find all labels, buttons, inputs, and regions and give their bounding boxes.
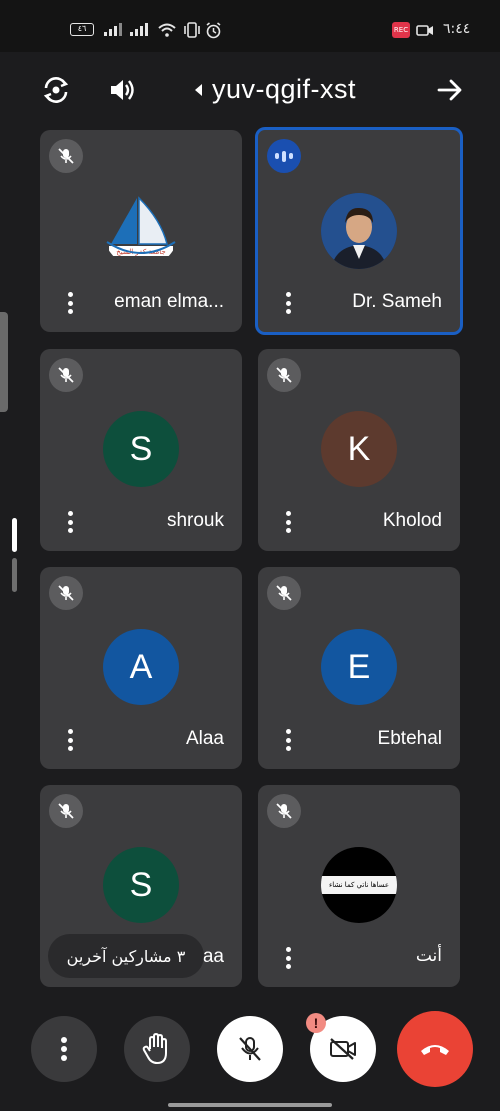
avatar: E — [321, 629, 397, 705]
avatar: S — [103, 847, 179, 923]
participant-name: Kholod — [382, 510, 442, 531]
other-participants-chip[interactable]: ٣ مشاركين آخرين — [48, 934, 204, 978]
mic-off-icon — [267, 576, 301, 610]
participant-tile-active-speaker[interactable]: Dr. Sameh — [255, 127, 463, 335]
camera-in-use-icon — [416, 25, 433, 36]
page-indicator — [12, 558, 17, 592]
participant-tile[interactable]: K Kholod — [258, 349, 460, 551]
signal-icon — [104, 22, 122, 36]
participant-tile[interactable]: S shrouk — [40, 349, 242, 551]
avatar: جامعة كفر الشيخ — [103, 192, 179, 268]
more-options-button[interactable] — [64, 290, 76, 316]
participant-name: أنت — [415, 946, 442, 966]
avatar: K — [321, 411, 397, 487]
more-options-button[interactable] — [64, 727, 76, 753]
participant-name: shrouk — [166, 510, 224, 531]
battery-icon: ٤٦ — [70, 23, 94, 36]
hand-icon — [142, 1033, 167, 1064]
avatar-photo — [321, 193, 397, 269]
speaker-icon[interactable] — [104, 72, 140, 108]
self-participant-tile[interactable]: عساها ناتي كما نشاء أنت — [258, 785, 460, 987]
mic-off-icon — [49, 794, 83, 828]
profile-banner-text: عساها ناتي كما نشاء — [321, 876, 397, 894]
mic-off-icon — [49, 139, 83, 173]
avatar: A — [103, 629, 179, 705]
participant-tile[interactable]: E Ebtehal — [258, 567, 460, 769]
mic-off-icon — [49, 576, 83, 610]
status-bar: ٤٦ REC ٦:٤٤ — [0, 0, 500, 52]
more-options-button[interactable] — [31, 1016, 97, 1082]
mic-off-icon — [49, 358, 83, 392]
participant-name: Ebtehal — [377, 728, 442, 749]
participant-name: eman elma... — [114, 291, 224, 312]
screen-record-icon: REC — [392, 22, 410, 38]
videocam-off-icon — [330, 1038, 356, 1060]
raise-hand-button[interactable] — [124, 1016, 190, 1082]
wifi-icon — [158, 23, 176, 37]
alarm-icon — [206, 22, 221, 39]
university-logo: جامعة كفر الشيخ — [106, 196, 176, 256]
more-options-button[interactable] — [64, 509, 76, 535]
avatar: عساها ناتي كما نشاء — [321, 847, 397, 923]
arrow-right-icon[interactable] — [432, 72, 468, 108]
participant-tile[interactable]: A Alaa — [40, 567, 242, 769]
call-end-icon — [421, 1045, 449, 1055]
more-options-button[interactable] — [282, 509, 294, 535]
chevron-left-icon — [195, 83, 202, 96]
camera-alert-badge: ! — [306, 1013, 326, 1033]
meeting-code: yuv-qgif-xst — [212, 74, 357, 104]
speaking-indicator-icon — [267, 139, 301, 173]
edge-panel-handle[interactable] — [0, 312, 8, 412]
participant-tile[interactable]: جامعة كفر الشيخ eman elma... — [40, 130, 242, 332]
end-call-button[interactable] — [397, 1011, 473, 1087]
microphone-toggle-button[interactable] — [217, 1016, 283, 1082]
clock: ٦:٤٤ — [443, 21, 471, 37]
more-vert-icon — [61, 1037, 67, 1061]
meeting-code-button[interactable]: yuv-qgif-xst — [195, 74, 356, 105]
home-indicator — [168, 1103, 332, 1107]
switch-camera-icon[interactable] — [38, 72, 74, 108]
participant-name: Alaa — [185, 728, 224, 749]
mic-off-icon — [239, 1037, 261, 1061]
mic-off-icon — [267, 358, 301, 392]
participant-name: Dr. Sameh — [352, 291, 442, 312]
page-indicator-active — [12, 518, 17, 552]
mic-off-icon — [267, 794, 301, 828]
meeting-header: yuv-qgif-xst — [0, 52, 500, 126]
more-options-button[interactable] — [282, 945, 294, 971]
avatar: S — [103, 411, 179, 487]
more-options-button[interactable] — [282, 727, 294, 753]
vibrate-icon — [184, 22, 200, 38]
more-options-button[interactable] — [282, 290, 294, 316]
signal-icon-2 — [130, 22, 148, 36]
